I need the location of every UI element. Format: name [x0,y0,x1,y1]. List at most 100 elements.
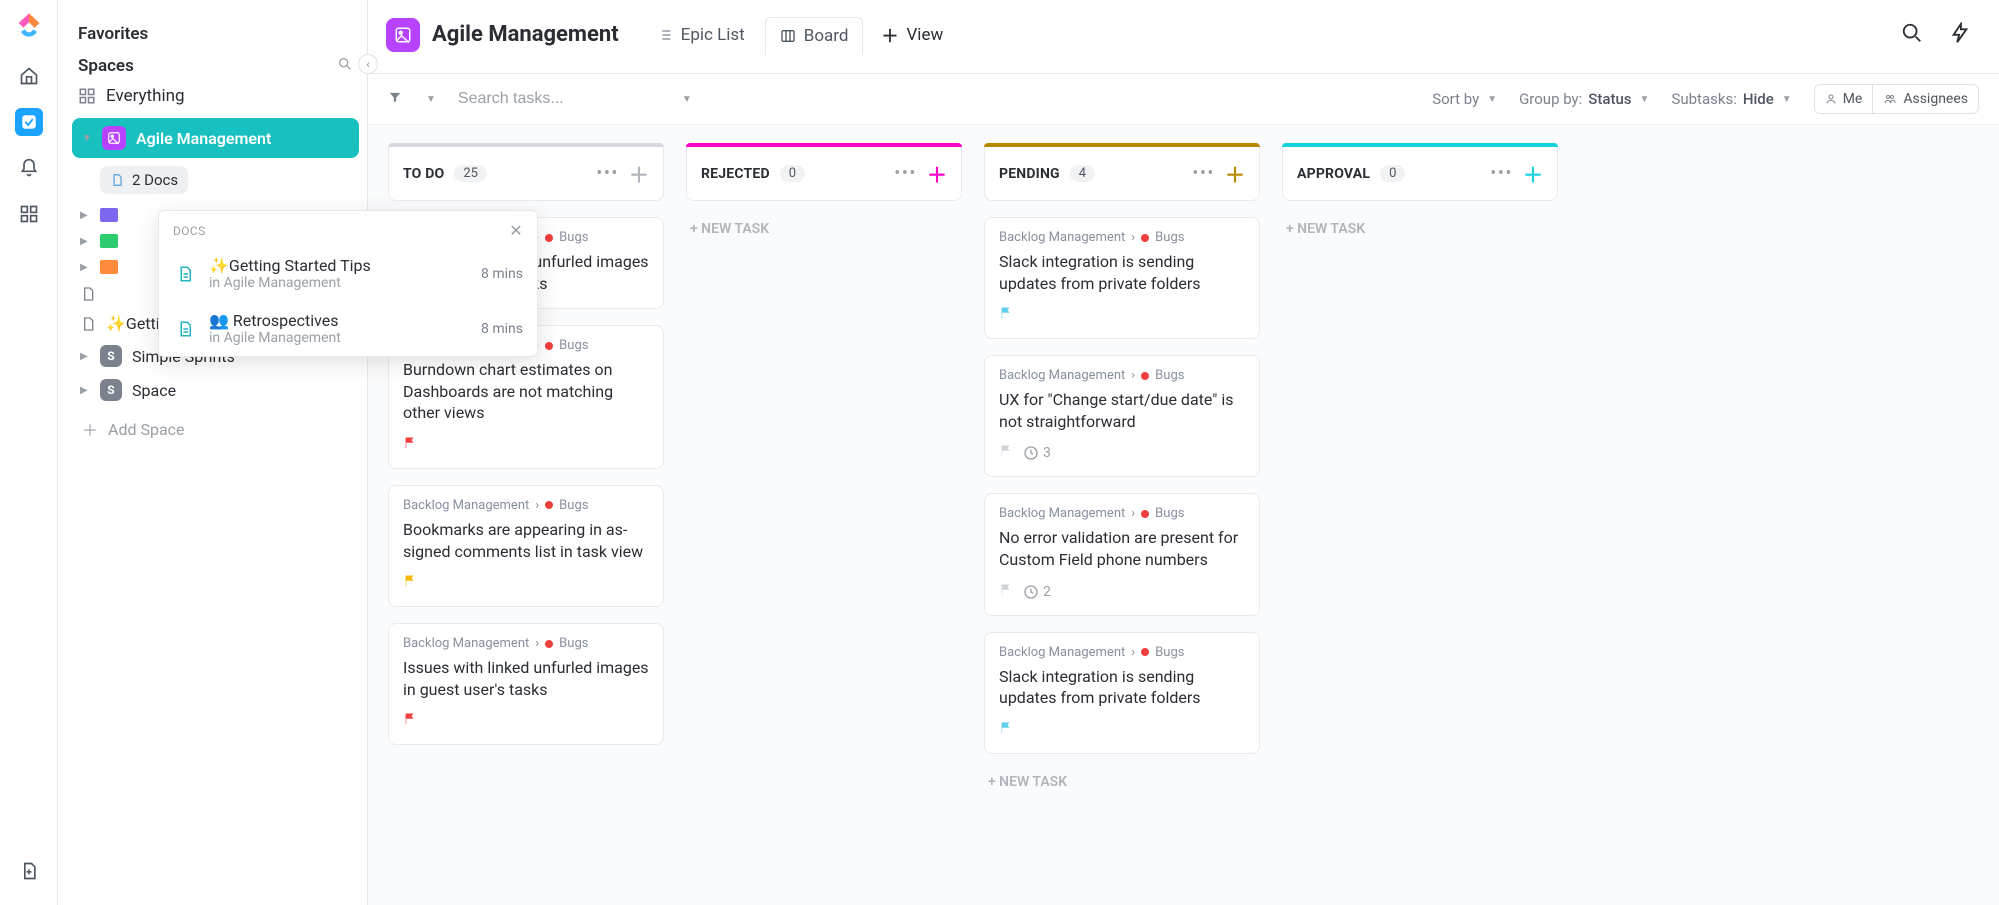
card-breadcrumb: Backlog Management›Bugs [999,645,1245,660]
board: TO DO 25 ••• ＋ Backlog Management›BugsIs… [368,125,1999,905]
doc-icon [173,262,197,286]
apps-icon[interactable] [15,200,43,228]
me-filter-button[interactable]: Me [1814,84,1874,114]
notifications-icon[interactable] [15,154,43,182]
new-task-button[interactable]: + NEW TASK [1282,217,1558,251]
tab-epic-list[interactable]: Epic List [643,17,759,53]
filter-icon[interactable] [388,90,402,108]
card-title: UX for "Change start/due date" is not st… [999,389,1245,432]
sort-by-button[interactable]: Sort by▼ [1432,90,1497,108]
column-title: REJECTED [701,166,770,182]
spaces-header[interactable]: Spaces [78,56,134,76]
plus-icon: ＋ [881,22,898,47]
assignees-label: Assignees [1903,91,1968,107]
column-title: TO DO [403,166,444,182]
me-label: Me [1843,91,1863,107]
chevron-right-icon: ▶ [80,262,90,273]
nav-rail [0,0,58,905]
column-add-icon[interactable]: ＋ [1225,159,1245,188]
column-menu-icon[interactable]: ••• [1192,163,1215,184]
space-label: Space [132,381,176,400]
folder-icon [100,260,118,274]
breadcrumb[interactable]: Agile Management [386,18,619,52]
space-generic[interactable]: ▶ S Space [72,373,359,407]
assignees-filter-button[interactable]: Assignees [1873,84,1979,114]
chevron-right-icon: ▶ [80,385,90,396]
doc-title: ✨Getting Started Tips [209,256,469,275]
task-card[interactable]: Backlog Management›Bugs Bookmarks are app… [388,485,664,607]
space-avatar: S [100,345,122,367]
card-breadcrumb: Backlog Management›Bugs [403,498,649,513]
app-logo[interactable] [12,10,46,44]
column-add-icon[interactable]: ＋ [1523,159,1543,188]
priority-flag-icon [999,306,1013,324]
priority-flag-icon [403,436,417,454]
tasks-icon[interactable] [15,108,43,136]
tab-board[interactable]: Board [765,17,864,55]
everything-link[interactable]: Everything [78,86,353,106]
filter-chevron-icon[interactable]: ▼ [426,94,436,105]
column-count: 4 [1070,165,1095,182]
automation-icon[interactable] [1945,18,1975,52]
header: Agile Management Epic List Board ＋ View [368,0,1999,74]
card-meta [999,306,1245,324]
card-meta [999,721,1245,739]
plus-icon: ＋ [82,417,98,441]
column-add-icon[interactable]: ＋ [927,159,947,188]
chevron-right-icon: ▶ [80,236,90,247]
add-space-button[interactable]: ＋ Add Space [72,407,359,451]
task-card[interactable]: Backlog Management›BugsSlack integration… [984,217,1260,339]
new-task-button[interactable]: + NEW TASK [984,770,1260,804]
sprint-points: 2 [1023,584,1051,600]
chevron-down-icon: ▼ [82,133,92,144]
card-title: Issues with linked unfurled images in gu… [403,657,649,700]
column-header: PENDING 4 ••• ＋ [984,147,1260,201]
space-icon [386,18,420,52]
column-menu-icon[interactable]: ••• [596,163,619,184]
close-icon[interactable]: ✕ [509,221,523,240]
docs-pill[interactable]: 2 Docs [100,166,188,194]
column-menu-icon[interactable]: ••• [1490,163,1513,184]
space-label: Agile Management [136,129,271,148]
add-view-button[interactable]: ＋ View [869,14,955,55]
subtasks-value: Hide [1743,90,1774,108]
doc-row[interactable]: ✨Getting Started Tips in Agile Managemen… [159,246,537,301]
view-tabs: Epic List Board ＋ View [643,14,956,55]
column-menu-icon[interactable]: ••• [894,163,917,184]
column-count: 0 [1380,165,1405,182]
home-icon[interactable] [15,62,43,90]
priority-flag-icon [403,574,417,592]
card-title: No error validation are present for Cust… [999,527,1245,570]
doc-subtitle: in Agile Management [209,330,469,346]
search-icon[interactable] [1897,18,1927,52]
search-input[interactable] [458,90,658,108]
column-add-icon[interactable]: ＋ [629,159,649,188]
search-chevron-icon[interactable]: ▼ [682,94,692,105]
card-title: Bookmarks are appearing in as-signed com… [403,519,649,562]
group-label: Group by: [1519,90,1582,108]
column-count: 25 [454,165,487,182]
collapse-sidebar-button[interactable]: ‹ [358,54,378,74]
docs-pill-label: 2 Docs [132,171,178,189]
favorites-header[interactable]: Favorites [78,24,353,44]
card-meta [403,712,649,730]
doc-time: 8 mins [481,266,523,282]
card-breadcrumb: Backlog Management›Bugs [999,368,1245,383]
new-doc-icon[interactable] [15,857,43,885]
subtasks-button[interactable]: Subtasks: Hide▼ [1671,90,1791,108]
page-title: Agile Management [432,22,619,47]
task-card[interactable]: Backlog Management›BugsSlack integration… [984,632,1260,754]
group-by-button[interactable]: Group by: Status▼ [1519,90,1649,108]
tab-label: Board [804,26,849,46]
docs-popover-title: DOCS [173,224,206,238]
task-card[interactable]: Backlog Management›Bugs UX for "Change st… [984,355,1260,477]
task-card[interactable]: Backlog Management›BugsIssues with linke… [388,623,664,745]
sidebar: Favorites Spaces Everything ▼ Agile Mana… [58,0,368,905]
folder-icon [100,208,118,222]
space-agile-management[interactable]: ▼ Agile Management [72,118,359,158]
new-task-button[interactable]: + NEW TASK [686,217,962,251]
search-spaces-icon[interactable] [337,56,353,76]
doc-row[interactable]: 👥 Retrospectives in Agile Management 8 m… [159,301,537,356]
task-card[interactable]: Backlog Management›BugsNo error validati… [984,493,1260,615]
column-header: REJECTED 0 ••• ＋ [686,147,962,201]
